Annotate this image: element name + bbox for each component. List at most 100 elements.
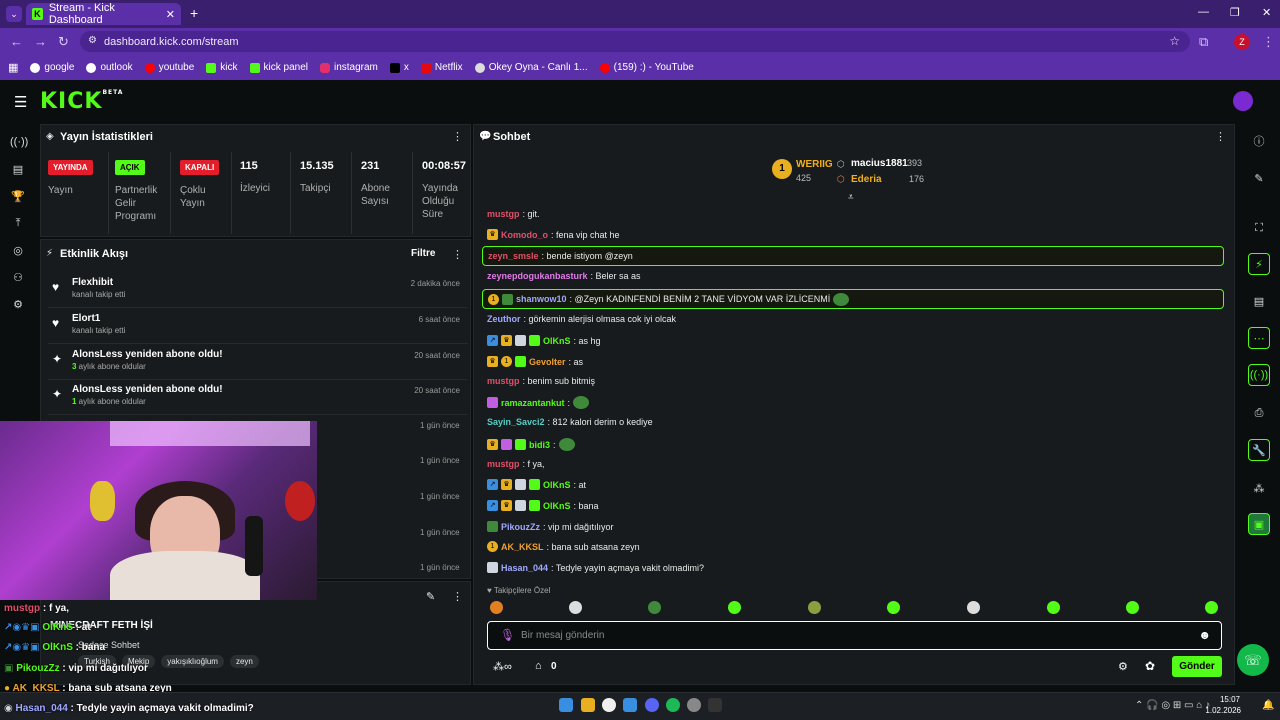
hamburger-menu-icon[interactable]: ☰: [14, 93, 27, 111]
emote-icon[interactable]: [1126, 601, 1139, 614]
browser-tab[interactable]: K Stream - Kick Dashboard ✕: [26, 2, 181, 26]
start-icon[interactable]: [559, 698, 573, 712]
stream-live-icon[interactable]: ((·)): [10, 136, 28, 152]
quick-action-icon[interactable]: ⚡: [1248, 253, 1270, 275]
extensions-icon[interactable]: ⧉: [1199, 34, 1208, 50]
notification-icon[interactable]: 🔔: [1262, 700, 1274, 711]
kick-logo[interactable]: KICKBETA: [40, 89, 123, 114]
settings-icon[interactable]: ⚙: [10, 298, 26, 314]
send-button[interactable]: Gönder: [1172, 656, 1222, 677]
back-icon[interactable]: ←: [10, 34, 23, 49]
emote-icon[interactable]: [1205, 601, 1218, 614]
window-close-icon[interactable]: ✕: [1262, 6, 1271, 19]
live-label: Yayın: [48, 185, 73, 196]
bookmark-kick[interactable]: kick: [206, 62, 238, 73]
info-icon[interactable]: ⓘ: [1248, 130, 1270, 152]
emoji-picker-icon[interactable]: ☻: [1198, 628, 1211, 642]
gifter-name[interactable]: Ederia: [851, 174, 882, 185]
gifter-name[interactable]: macius1881: [851, 158, 908, 169]
app-icon[interactable]: [623, 698, 637, 712]
bookmark-netflix[interactable]: Netflix: [420, 62, 463, 73]
chat-settings-icon[interactable]: ⚙: [1118, 660, 1128, 673]
maximize-icon[interactable]: ❐: [1230, 6, 1240, 19]
app-icon[interactable]: [708, 698, 722, 712]
site-info-icon[interactable]: ⚙: [88, 35, 97, 46]
kick-header: [0, 80, 1280, 122]
cat-badge-icon: [487, 562, 498, 573]
emote-icon[interactable]: [490, 601, 503, 614]
app-icon[interactable]: [687, 698, 701, 712]
tab-close-icon[interactable]: ✕: [166, 8, 175, 21]
emote-icon[interactable]: [569, 601, 582, 614]
url-bar[interactable]: ⚙ dashboard.kick.com/stream ☆: [80, 31, 1190, 52]
points-count: 0: [551, 661, 557, 672]
youtube-icon: [599, 62, 610, 73]
bookmark-outlook[interactable]: outlook: [86, 62, 133, 73]
chat-message-highlighted: zeyn_smsle: bende istiyom @zeyn: [482, 246, 1224, 266]
edit-pencil-icon[interactable]: ✎: [426, 590, 435, 603]
info-menu-icon[interactable]: ⋮: [452, 590, 463, 603]
emote-icon[interactable]: [967, 601, 980, 614]
emote-icon[interactable]: [887, 601, 900, 614]
emote-icon[interactable]: [808, 601, 821, 614]
discord-icon[interactable]: [645, 698, 659, 712]
chrome-icon[interactable]: [602, 698, 616, 712]
trophy-icon[interactable]: 🏆: [10, 190, 26, 206]
target-icon[interactable]: ◎: [10, 244, 26, 260]
kick-icon: [206, 62, 217, 73]
file-explorer-icon[interactable]: [581, 698, 595, 712]
chat-menu-icon[interactable]: ⋮: [1215, 130, 1226, 143]
overlay-chat-line: mustgp : f ya,: [4, 603, 70, 614]
user-avatar[interactable]: [1233, 91, 1253, 111]
bookmark-x[interactable]: x: [389, 62, 409, 73]
microphone-icon[interactable]: 🎙: [500, 628, 515, 642]
printer-icon[interactable]: ⎙: [1248, 402, 1270, 424]
channel-points-icon[interactable]: ⁂∞: [493, 660, 512, 673]
spotify-icon[interactable]: [666, 698, 680, 712]
tag[interactable]: zeyn: [229, 655, 259, 668]
netflix-icon: [420, 62, 431, 73]
bookmark-star-icon[interactable]: ☆: [1169, 34, 1180, 48]
screenshot-icon[interactable]: ⛶: [1248, 217, 1270, 239]
bookmark-kick-panel[interactable]: kick panel: [249, 62, 308, 73]
tray-icons[interactable]: ⌃ 🎧 ◎ ⊞ ▭ ⌂ ♪: [1135, 700, 1210, 711]
minimize-icon[interactable]: —: [1198, 6, 1209, 18]
forward-icon[interactable]: →: [34, 34, 47, 49]
bookmark-google[interactable]: google: [30, 62, 74, 73]
stats-menu-icon[interactable]: ⋮: [452, 130, 463, 143]
users-icon[interactable]: ⚇: [10, 271, 26, 287]
chat-message: mustgp: git.: [487, 209, 540, 219]
profile-avatar[interactable]: Z: [1234, 34, 1250, 50]
emote-icon[interactable]: [728, 601, 741, 614]
reload-icon[interactable]: ↻: [58, 34, 69, 50]
wrench-icon[interactable]: 🔧: [1248, 439, 1270, 461]
tab-search-icon[interactable]: ⌄: [6, 6, 22, 22]
chat-input[interactable]: 🎙 Bir mesaj gönderin ☻: [487, 621, 1222, 650]
upload-icon[interactable]: ⤒: [10, 217, 26, 233]
store-icon[interactable]: ⌂: [535, 660, 542, 672]
emote-icon[interactable]: [648, 601, 661, 614]
mod-icon[interactable]: ⁂: [1248, 477, 1270, 499]
new-tab-icon[interactable]: +: [190, 5, 198, 21]
analytics-icon[interactable]: ▤: [10, 163, 26, 179]
browser-menu-icon[interactable]: ⋮: [1262, 34, 1275, 50]
apps-grid-icon[interactable]: ▦: [8, 61, 18, 74]
emote-icon[interactable]: [1047, 601, 1060, 614]
bookmark-instagram[interactable]: instagram: [319, 62, 378, 73]
filter-button[interactable]: Filtre: [411, 248, 435, 259]
quick-emote-icon[interactable]: ✿: [1145, 659, 1155, 673]
tag[interactable]: yakışıklıoğlum: [161, 655, 224, 668]
top-gifter-name[interactable]: WERIIG: [796, 159, 833, 170]
bookmark-youtube-2[interactable]: (159) :) - YouTube: [599, 62, 694, 73]
notes-icon[interactable]: ▤: [1248, 290, 1270, 312]
bookmark-youtube[interactable]: youtube: [144, 62, 194, 73]
okey-icon: [474, 62, 485, 73]
game-icon[interactable]: ▣: [1248, 513, 1270, 535]
broadcast-icon[interactable]: ((·)): [1248, 364, 1270, 386]
chat-tool-icon[interactable]: ⋯: [1248, 327, 1270, 349]
edit-icon[interactable]: ✎: [1248, 167, 1270, 189]
collapse-icon[interactable]: ⩡: [848, 192, 854, 203]
support-chat-icon[interactable]: ☏: [1237, 644, 1269, 676]
bookmark-okey[interactable]: Okey Oyna - Canlı 1...: [474, 62, 588, 73]
activity-menu-icon[interactable]: ⋮: [452, 248, 463, 261]
